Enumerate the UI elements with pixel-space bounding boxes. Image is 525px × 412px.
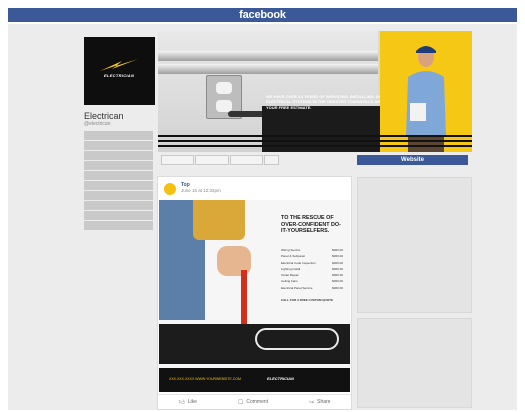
- like-button[interactable]: 👍︎ Like: [179, 398, 197, 406]
- post-headline: TO THE RESCUE OF OVER-CONFIDENT DO-IT-YO…: [281, 215, 341, 235]
- side-menu-item[interactable]: [84, 191, 153, 200]
- post-image-footer: XXX.XXX.XXXX WWW.YOURWEBSITE.COM ELECTRI…: [159, 368, 350, 392]
- side-menu-item[interactable]: [84, 131, 153, 140]
- bolt-icon: [100, 59, 138, 71]
- cover-stripe: [158, 145, 472, 147]
- conduit-pipe: [158, 64, 378, 74]
- side-menu-item[interactable]: [84, 181, 153, 190]
- footer-logo: ELECTRICIAN: [267, 376, 294, 381]
- post-avatar[interactable]: [164, 183, 176, 195]
- page-tab[interactable]: [264, 155, 279, 165]
- post-actions: 👍︎ Like ☐ Comment ↪ Share: [158, 394, 351, 409]
- comment-icon: ☐: [237, 399, 244, 406]
- post-card: Top June 15 at 12:32pm TO THE RESCUE OF …: [157, 176, 352, 410]
- right-panel: [357, 318, 472, 408]
- footer-contact: XXX.XXX.XXXX WWW.YOURWEBSITE.COM: [169, 377, 241, 381]
- share-icon: ↪: [309, 399, 315, 406]
- thumbs-up-icon: 👍︎: [178, 400, 185, 406]
- conduit-pipe: [158, 51, 378, 61]
- outlet-socket: [216, 82, 232, 94]
- website-button[interactable]: Website: [357, 155, 468, 165]
- page-name[interactable]: Electrican: [84, 111, 124, 121]
- page-tab[interactable]: [229, 155, 264, 165]
- side-menu-item[interactable]: [84, 171, 153, 180]
- price-row: Electrical Panel Service $000.00: [281, 285, 343, 290]
- post-timestamp[interactable]: June 15 at 12:32pm: [181, 188, 221, 193]
- side-menu: [84, 131, 153, 231]
- side-menu-item[interactable]: [84, 151, 153, 160]
- side-menu-item[interactable]: [84, 141, 153, 150]
- cable-photo: [255, 328, 339, 350]
- side-menu-item[interactable]: [84, 211, 153, 220]
- facebook-logo[interactable]: facebook: [8, 8, 517, 22]
- side-menu-item[interactable]: [84, 221, 153, 230]
- cover-stripe: [158, 140, 472, 142]
- page-handle: @electrican: [84, 121, 111, 127]
- side-menu-item[interactable]: [84, 201, 153, 210]
- right-panel: [357, 177, 472, 313]
- comment-button[interactable]: ☐ Comment: [238, 399, 268, 406]
- cover-photo[interactable]: WE HAVE OVER XX YEARS OF SERVICING, INST…: [158, 31, 472, 152]
- profile-picture[interactable]: ELECTRICIAN: [84, 37, 155, 105]
- post-cta: CALL FOR A FREE CUSTOM QUOTE: [281, 298, 334, 302]
- tool-belt-photo: [193, 200, 245, 240]
- share-button[interactable]: ↪ Share: [309, 399, 330, 406]
- price-list: Wiring Service $000.00 Panel & Subpanel $0…: [281, 248, 343, 292]
- cover-stripe: [158, 135, 472, 137]
- logo-text: ELECTRICIAN: [104, 73, 135, 78]
- page-tab[interactable]: [195, 155, 229, 165]
- page-tab[interactable]: [161, 155, 195, 165]
- page-tabs: [161, 155, 280, 165]
- facebook-topbar: facebook: [8, 8, 517, 22]
- post-image[interactable]: TO THE RESCUE OF OVER-CONFIDENT DO-IT-YO…: [159, 200, 350, 392]
- side-menu-item[interactable]: [84, 161, 153, 170]
